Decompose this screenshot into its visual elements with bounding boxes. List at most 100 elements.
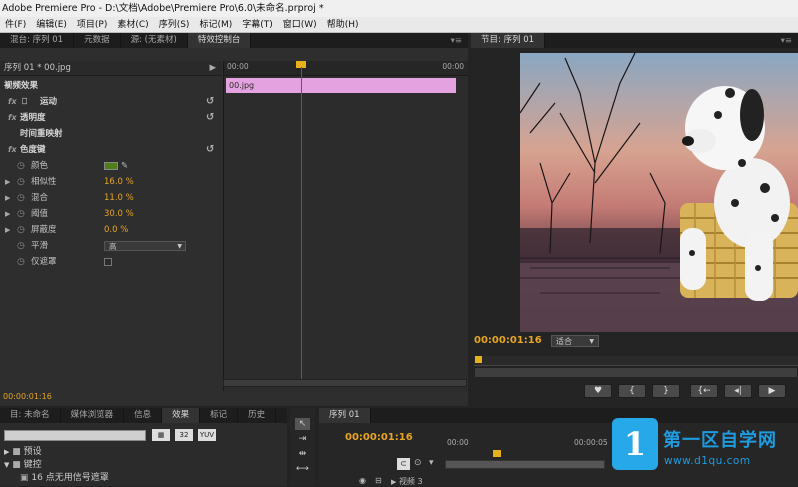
clip-bar[interactable]: 00.jpg (226, 78, 456, 93)
triangle-right-icon[interactable]: ▶ (5, 174, 10, 190)
smoothing-select[interactable]: 高 ▼ (104, 241, 186, 251)
lock-icon[interactable]: ⊟ (375, 476, 382, 485)
menu-file[interactable]: 件(F) (0, 17, 31, 32)
step-back-button[interactable]: ◂| (724, 384, 752, 398)
program-time-ruler[interactable] (474, 356, 798, 366)
eyedropper-icon[interactable]: ✎ (121, 158, 128, 174)
menu-marker[interactable]: 标记(M) (194, 17, 237, 32)
selection-tool-icon[interactable]: ↖ (295, 418, 310, 430)
reset-icon[interactable]: ↺ (206, 142, 214, 158)
triangle-right-icon[interactable]: ▶ (5, 222, 10, 238)
stopwatch-icon[interactable]: ◷ (17, 158, 25, 174)
effect-time-remap[interactable]: 时间重映射 (0, 126, 222, 142)
tab-markers[interactable]: 标记 (200, 408, 239, 423)
ripple-edit-tool-icon[interactable]: ⇹ (295, 448, 310, 460)
menu-clip[interactable]: 素材(C) (112, 17, 153, 32)
tab-effect-controls[interactable]: 特效控制台 (187, 33, 252, 48)
color-swatch[interactable] (104, 162, 118, 170)
stopwatch-icon[interactable]: ◷ (17, 190, 25, 206)
yuv-effects-icon[interactable]: YUV (198, 429, 216, 441)
param-value[interactable]: 0.0 % (104, 222, 128, 238)
tab-program[interactable]: 节目: 序列 01 (471, 33, 546, 48)
program-zoom-bar[interactable] (474, 367, 798, 378)
tab-source[interactable]: 源: (无素材) (121, 33, 188, 48)
triangle-right-icon[interactable]: ▶ (5, 206, 10, 222)
mark-out-button[interactable]: } (652, 384, 680, 398)
triangle-right-icon[interactable]: ▶ (4, 448, 9, 456)
mask-only-checkbox[interactable] (104, 258, 112, 266)
tab-mixer[interactable]: 混台: 序列 01 (0, 33, 75, 48)
param-smoothing[interactable]: ◷ 平滑 高 ▼ (0, 238, 222, 254)
param-value[interactable]: 11.0 % (104, 190, 134, 206)
effect-controls-timeline[interactable]: 00:00 00:00 00.jpg (223, 61, 468, 391)
reset-icon[interactable]: ↺ (206, 94, 214, 110)
add-marker-icon[interactable]: ▾ (429, 458, 434, 468)
menu-edit[interactable]: 编辑(E) (31, 17, 72, 32)
stopwatch-icon[interactable]: ◷ (17, 174, 25, 190)
tab-info[interactable]: 信息 (124, 408, 163, 423)
play-icon[interactable]: ▶ (209, 61, 216, 76)
menu-help[interactable]: 帮助(H) (322, 17, 364, 32)
zoom-scrollbar[interactable] (223, 379, 467, 387)
playhead-handle[interactable] (493, 450, 501, 457)
play-button[interactable]: ▶ (758, 384, 786, 398)
playhead[interactable] (301, 67, 302, 379)
go-to-in-button[interactable]: {← (690, 384, 718, 398)
menu-project[interactable]: 项目(P) (72, 17, 112, 32)
rolling-edit-tool-icon[interactable]: ⟷ (295, 463, 310, 475)
triangle-right-icon[interactable]: ▶ (5, 190, 10, 206)
fit-select[interactable]: 适合 ▼ (551, 335, 599, 347)
tab-effects[interactable]: 效果 (162, 408, 201, 423)
panel-menu-icon[interactable]: ▾≡ (781, 36, 792, 46)
param-cutoff[interactable]: ▶ ◷ 屏蔽度 0.0 % (0, 222, 222, 238)
tab-project[interactable]: 目: 未命名 (0, 408, 61, 423)
param-value[interactable]: 30.0 % (104, 206, 134, 222)
effect-item[interactable]: ▣ 16 点无用信号遮罩 (20, 472, 270, 484)
menu-title[interactable]: 字幕(T) (237, 17, 278, 32)
triangle-right-icon[interactable]: ▶ (391, 478, 396, 486)
effect-motion[interactable]: fx ⎕ 运动 ↺ (0, 94, 222, 110)
stopwatch-icon[interactable]: ◷ (17, 206, 25, 222)
folder-keying[interactable]: ▼ ■ 键控 (4, 459, 274, 471)
fx-icon[interactable]: fx (8, 142, 17, 158)
timeline-timecode[interactable]: 00:00:01:16 (345, 432, 413, 443)
effects-search-input[interactable] (4, 430, 146, 441)
param-similarity[interactable]: ▶ ◷ 相似性 16.0 % (0, 174, 222, 190)
stopwatch-icon[interactable]: ◷ (17, 254, 25, 270)
stopwatch-icon[interactable]: ◷ (17, 222, 25, 238)
param-blend[interactable]: ▶ ◷ 混合 11.0 % (0, 190, 222, 206)
tab-history[interactable]: 历史 (238, 408, 277, 423)
param-value[interactable]: 16.0 % (104, 174, 134, 190)
fx-icon[interactable]: fx (8, 94, 17, 110)
add-marker-button[interactable]: ♥ (584, 384, 612, 398)
menu-window[interactable]: 窗口(W) (278, 17, 322, 32)
folder-presets[interactable]: ▶ ■ 预设 (4, 446, 274, 458)
reset-icon[interactable]: ↺ (206, 110, 214, 126)
param-threshold[interactable]: ▶ ◷ 阈值 30.0 % (0, 206, 222, 222)
effect-opacity[interactable]: fx 透明度 ↺ (0, 110, 222, 126)
panel-menu-icon[interactable]: ▾≡ (451, 36, 462, 46)
stopwatch-icon[interactable]: ◷ (17, 238, 25, 254)
marker-icon[interactable]: ⊙ (414, 458, 422, 468)
eye-icon[interactable]: ◉ (359, 476, 366, 485)
snap-icon[interactable]: ⊂ (397, 458, 410, 470)
work-area-bar[interactable] (445, 460, 605, 469)
tab-media-browser[interactable]: 媒体浏览器 (61, 408, 125, 423)
playhead-handle[interactable] (475, 356, 482, 363)
track-label-area[interactable]: ▶ 视频 3 (391, 476, 423, 487)
program-timecode[interactable]: 00:00:01:16 (474, 335, 542, 346)
fx-icon[interactable]: fx (8, 110, 17, 126)
param-mask-only[interactable]: ◷ 仅遮罩 (0, 254, 222, 270)
current-time[interactable]: 00:00:01:16 (0, 391, 222, 403)
accelerated-effects-icon[interactable]: ▦ (152, 429, 170, 441)
32bit-effects-icon[interactable]: 32 (175, 429, 193, 441)
time-ruler[interactable]: 00:00 00:00 (224, 61, 468, 76)
effect-chroma-key[interactable]: fx 色度键 ↺ (0, 142, 222, 158)
track-select-tool-icon[interactable]: ⇥ (295, 433, 310, 445)
section-video-effects[interactable]: ▼ 视频效果 (0, 78, 222, 94)
menu-sequence[interactable]: 序列(S) (154, 17, 195, 32)
mark-in-button[interactable]: { (618, 384, 646, 398)
param-color[interactable]: ◷ 颜色 ✎ (0, 158, 222, 174)
tab-metadata[interactable]: 元数据 (74, 33, 121, 48)
tab-sequence[interactable]: 序列 01 (319, 408, 371, 423)
